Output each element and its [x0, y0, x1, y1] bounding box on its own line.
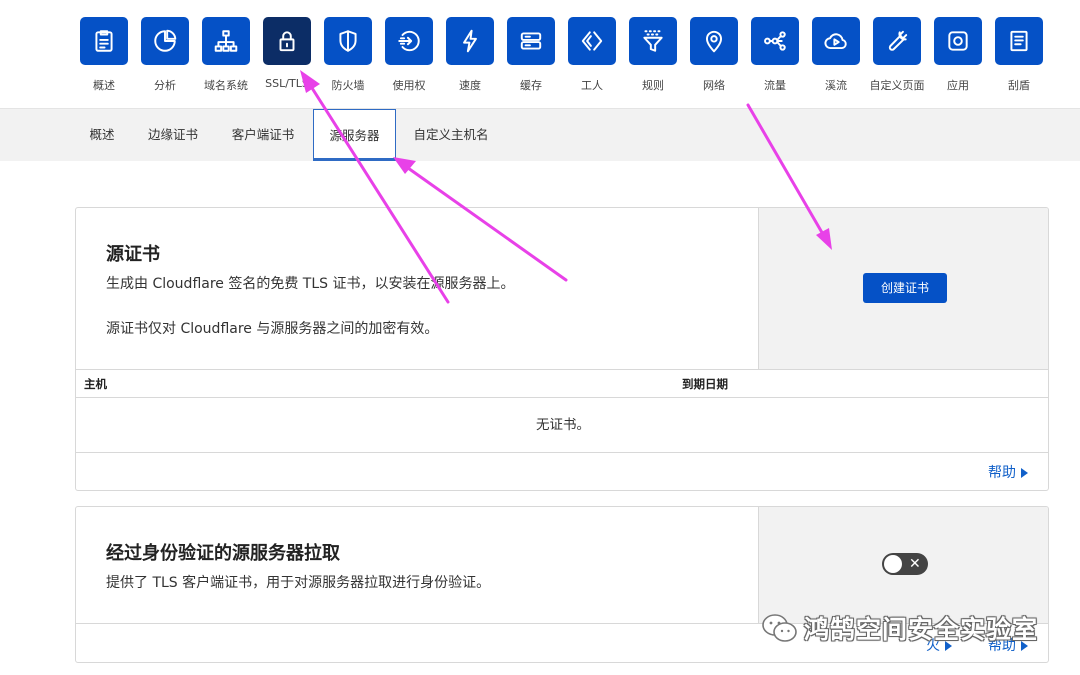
help-link[interactable]: 帮助 [988, 462, 1028, 482]
nav-item-cache[interactable]: 缓存 [507, 17, 555, 92]
card-body: 经过身份验证的源服务器拉取 提供了 TLS 客户端证书，用于对源服务器拉取进行身… [76, 507, 758, 623]
subtab-edge-certificates[interactable]: 边缘证书 [138, 109, 208, 161]
card-title: 经过身份验证的源服务器拉取 [106, 543, 340, 564]
nav-item-traffic[interactable]: 流量 [751, 17, 799, 92]
nav-tile-overview[interactable] [80, 17, 128, 65]
network-icon [214, 30, 238, 52]
nav-tile-rules[interactable] [629, 17, 677, 65]
caret-right-icon [1021, 468, 1028, 478]
nav-tile-firewall[interactable] [324, 17, 372, 65]
nav-item-overview[interactable]: 概述 [80, 17, 128, 92]
nav-item-apps[interactable]: 应用 [934, 17, 982, 92]
nav-tile-stream[interactable] [812, 17, 860, 65]
filter-icon [643, 30, 663, 52]
wechat-icon [762, 614, 797, 642]
lock-icon [279, 31, 295, 52]
help-label: 帮助 [988, 465, 1016, 481]
clipboard-icon [95, 30, 113, 52]
lightning-icon [463, 29, 477, 53]
empty-state-text: 无证书。 [76, 398, 1048, 453]
card-action-panel: ✕ [758, 507, 1048, 623]
nav-item-analytics[interactable]: 分析 [141, 17, 189, 92]
nav-tile-cache[interactable] [507, 17, 555, 65]
card-action-panel: 创建证书 [758, 208, 1048, 370]
pie-chart-icon [154, 29, 177, 52]
nav-item-workers[interactable]: 工人 [568, 17, 616, 92]
watermark: 鸿鹄空间安全实验室 [756, 608, 1056, 648]
close-icon: ✕ [909, 556, 921, 572]
code-brackets-icon [581, 31, 603, 51]
nav-item-dns[interactable]: 域名系统 [202, 17, 250, 92]
nav-tile-dns[interactable] [202, 17, 250, 65]
access-arrow-icon [398, 30, 420, 52]
nav-item-custom-pages[interactable]: 自定义页面 [870, 17, 925, 92]
column-host: 主机 [84, 377, 107, 391]
nav-tile-access[interactable] [385, 17, 433, 65]
server-icon [520, 32, 542, 50]
origin-certificates-card: 源证书 生成由 Cloudflare 签名的免费 TLS 证书，以安装在源服务器… [75, 207, 1049, 491]
top-nav: 概述 分析 域名系统 SSL/TLS 防火墙 使用权 速度 缓存 工人 规则 网… [0, 0, 1080, 108]
nav-item-rules[interactable]: 规则 [629, 17, 677, 92]
nav-item-speed[interactable]: 速度 [446, 17, 494, 92]
nav-item-stream[interactable]: 溪流 [812, 17, 860, 92]
card-body: 源证书 生成由 Cloudflare 签名的免费 TLS 证书，以安装在源服务器… [76, 208, 758, 370]
wrench-icon [888, 30, 908, 51]
nav-item-firewall[interactable]: 防火墙 [324, 17, 372, 92]
create-certificate-button[interactable]: 创建证书 [863, 273, 947, 303]
nav-item-scrape-shield[interactable]: 刮盾 [995, 17, 1043, 92]
nav-tile-workers[interactable] [568, 17, 616, 65]
cloud-play-icon [824, 33, 847, 50]
watermark-text: 鸿鹄空间安全实验室 [804, 615, 1039, 644]
app-square-icon [948, 31, 968, 51]
location-pin-icon [705, 30, 723, 53]
subtab-client-certificates[interactable]: 客户端证书 [222, 109, 304, 161]
nav-tile-speed[interactable] [446, 17, 494, 65]
share-nodes-icon [764, 31, 786, 51]
card-description: 生成由 Cloudflare 签名的免费 TLS 证书，以安装在源服务器上。 [106, 276, 515, 292]
subtab-origin-server[interactable]: 源服务器 [313, 109, 396, 161]
nav-label: 刮盾 [1008, 79, 1030, 92]
nav-item-access[interactable]: 使用权 [385, 17, 433, 92]
column-expiry-date: 到期日期 [682, 377, 728, 391]
toggle-knob [884, 555, 902, 573]
nav-tile-network[interactable] [690, 17, 738, 65]
shield-icon [339, 30, 357, 52]
card-note: 源证书仅对 Cloudflare 与源服务器之间的加密有效。 [106, 321, 439, 337]
table-header: 主机 到期日期 [76, 369, 1048, 398]
nav-tile-analytics[interactable] [141, 17, 189, 65]
subtab-custom-hostnames[interactable]: 自定义主机名 [404, 109, 498, 161]
nav-tile-scrape-shield[interactable] [995, 17, 1043, 65]
nav-item-network[interactable]: 网络 [690, 17, 738, 92]
sub-nav: 概述 边缘证书 客户端证书 源服务器 自定义主机名 [0, 108, 1080, 161]
auth-pull-toggle[interactable]: ✕ [882, 553, 928, 575]
nav-tile-custom-pages[interactable] [873, 17, 921, 65]
card-description: 提供了 TLS 客户端证书，用于对源服务器拉取进行身份验证。 [106, 575, 491, 591]
nav-tile-traffic[interactable] [751, 17, 799, 65]
card-title: 源证书 [106, 244, 160, 265]
nav-item-ssl-tls[interactable]: SSL/TLS [263, 17, 311, 90]
subtab-overview[interactable]: 概述 [78, 109, 126, 161]
nav-tile-ssl-tls[interactable] [263, 17, 311, 65]
nav-tile-apps[interactable] [934, 17, 982, 65]
document-icon [1010, 30, 1028, 52]
